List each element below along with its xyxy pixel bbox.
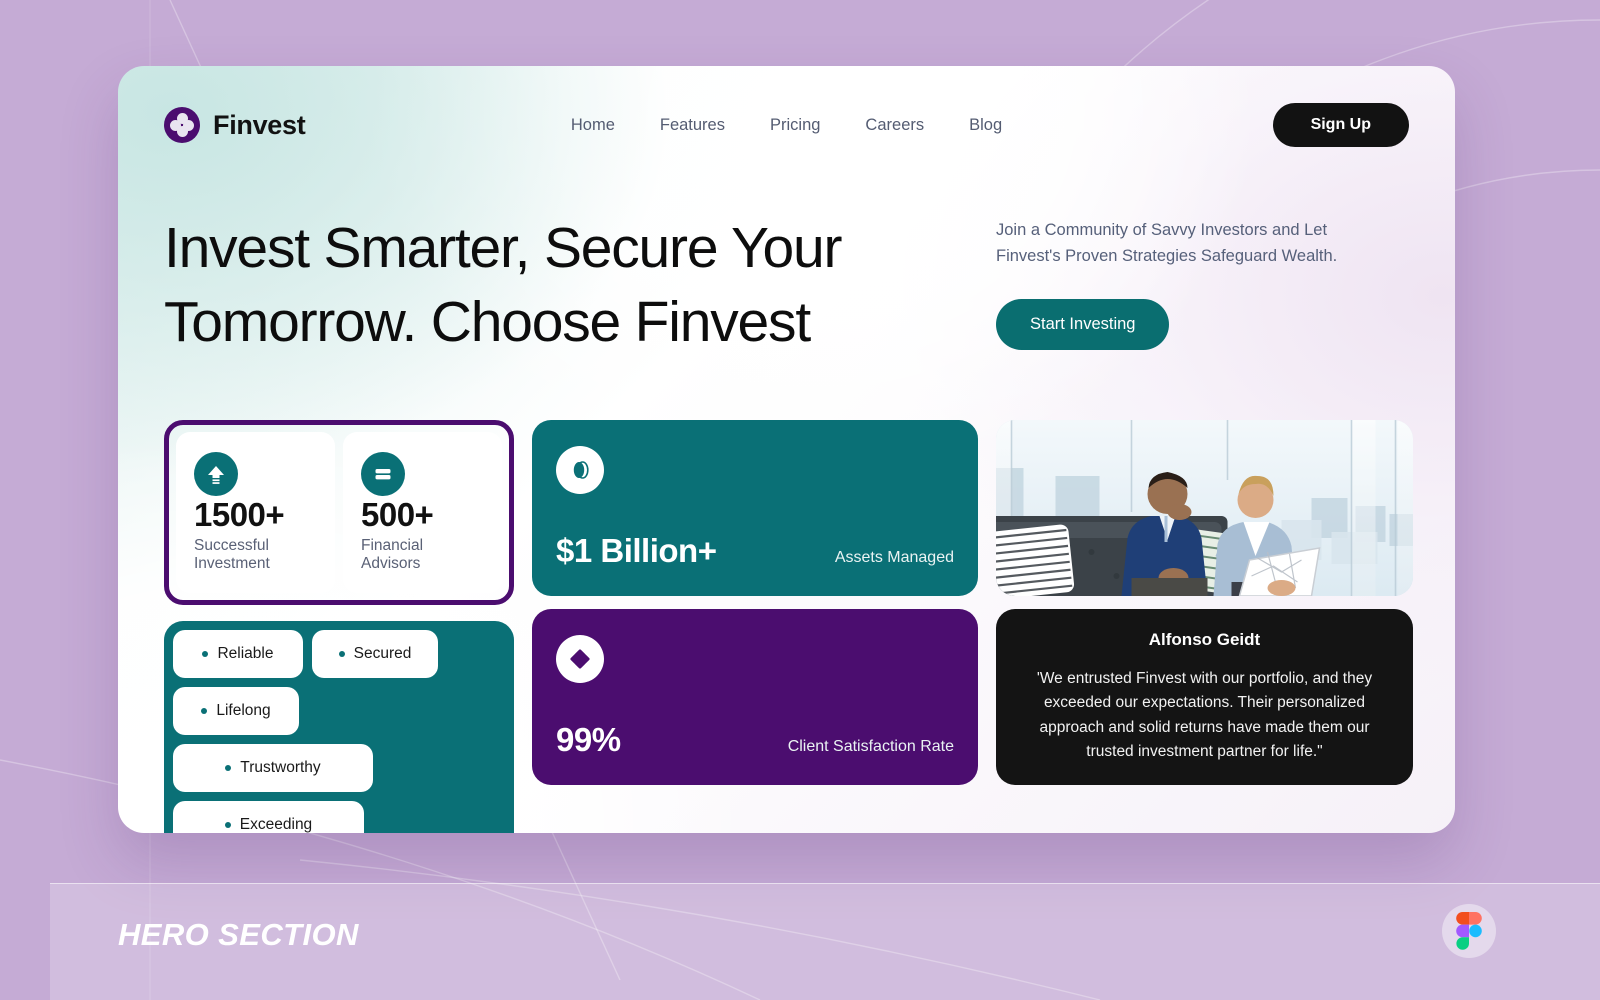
start-investing-button[interactable]: Start Investing [996,299,1170,351]
tag-trustworthy[interactable]: Trustworthy [173,744,373,792]
bullet-icon [202,651,209,657]
stat-card-successful-investment: 1500+ Successful Investment [176,432,335,593]
hero-card: Finvest Home Features Pricing Careers Bl… [118,66,1455,833]
stat-value: 99% [556,721,621,758]
office-photo [996,420,1413,596]
tag-label: Trustworthy [240,759,321,776]
stat-label: Successful Investment [194,537,270,572]
stats-frame: 1500+ Successful Investment 500+ Financi… [164,420,514,605]
nav-link-home[interactable]: Home [571,116,615,135]
tag-exceeding[interactable]: Exceeding [173,801,364,833]
tag-label: Reliable [217,645,274,662]
bullet-icon [224,822,231,828]
tags-frame: Reliable Secured Lifelong Trustworthy Ex… [164,621,514,833]
bullet-icon [338,651,345,657]
stat-card-client-satisfaction: 99% Client Satisfaction Rate [532,609,978,785]
card-equals-icon [361,452,405,496]
stat-card-assets-managed: $1 Billion+ Assets Managed [532,420,978,596]
hero-intro-column: Join a Community of Savvy Investors and … [996,218,1396,351]
tag-label: Secured [353,645,412,662]
tag-lifelong[interactable]: Lifelong [173,687,299,735]
upload-arrow-icon [194,452,238,496]
section-label: HERO SECTION [118,917,359,952]
stat-card-financial-advisors: 500+ Financial Advisors [343,432,502,593]
coin-icon [556,446,604,494]
tag-reliable[interactable]: Reliable [173,630,303,678]
hero-cards-grid: $1 Billion+ Assets Managed 1500+ Success… [164,420,1413,833]
brand-name: Finvest [213,109,306,140]
bullet-icon [225,765,232,771]
right-column: 1500+ Successful Investment 500+ Financi… [164,420,514,833]
stat-label: Client Satisfaction Rate [787,738,954,755]
hero-subtitle: Join a Community of Savvy Investors and … [996,221,1338,265]
section-label-band: HERO SECTION [50,883,1600,1000]
nav-link-blog[interactable]: Blog [969,116,1002,135]
stat-value: 500+ [361,496,434,533]
clover-logo-icon [164,107,200,143]
top-navigation: Finvest Home Features Pricing Careers Bl… [118,66,1455,184]
nav-link-features[interactable]: Features [660,116,725,135]
brand[interactable]: Finvest [164,107,306,143]
stat-label: Assets Managed [834,549,954,566]
bullet-icon [201,708,208,714]
nav-link-pricing[interactable]: Pricing [770,116,820,135]
testimonial-card: Alfonso Geidt 'We entrusted Finvest with… [996,609,1413,785]
testimonial-quote: 'We entrusted Finvest with our portfolio… [1036,669,1373,760]
stat-value: $1 Billion+ [556,532,717,569]
nav-link-careers[interactable]: Careers [865,116,924,135]
signup-button[interactable]: Sign Up [1272,103,1409,147]
nav-links: Home Features Pricing Careers Blog [571,116,1002,135]
figma-logo-icon[interactable] [1442,904,1496,958]
stat-value: 1500+ [194,496,285,533]
testimonial-author: Alfonso Geidt [1148,629,1261,649]
tag-secured[interactable]: Secured [312,630,438,678]
page-title: Invest Smarter, Secure Your Tomorrow. Ch… [164,216,843,355]
diamond-cluster-icon [556,635,604,683]
stat-label: Financial Advisors [361,537,424,572]
tag-label: Lifelong [216,702,271,719]
tag-label: Exceeding [239,816,313,833]
